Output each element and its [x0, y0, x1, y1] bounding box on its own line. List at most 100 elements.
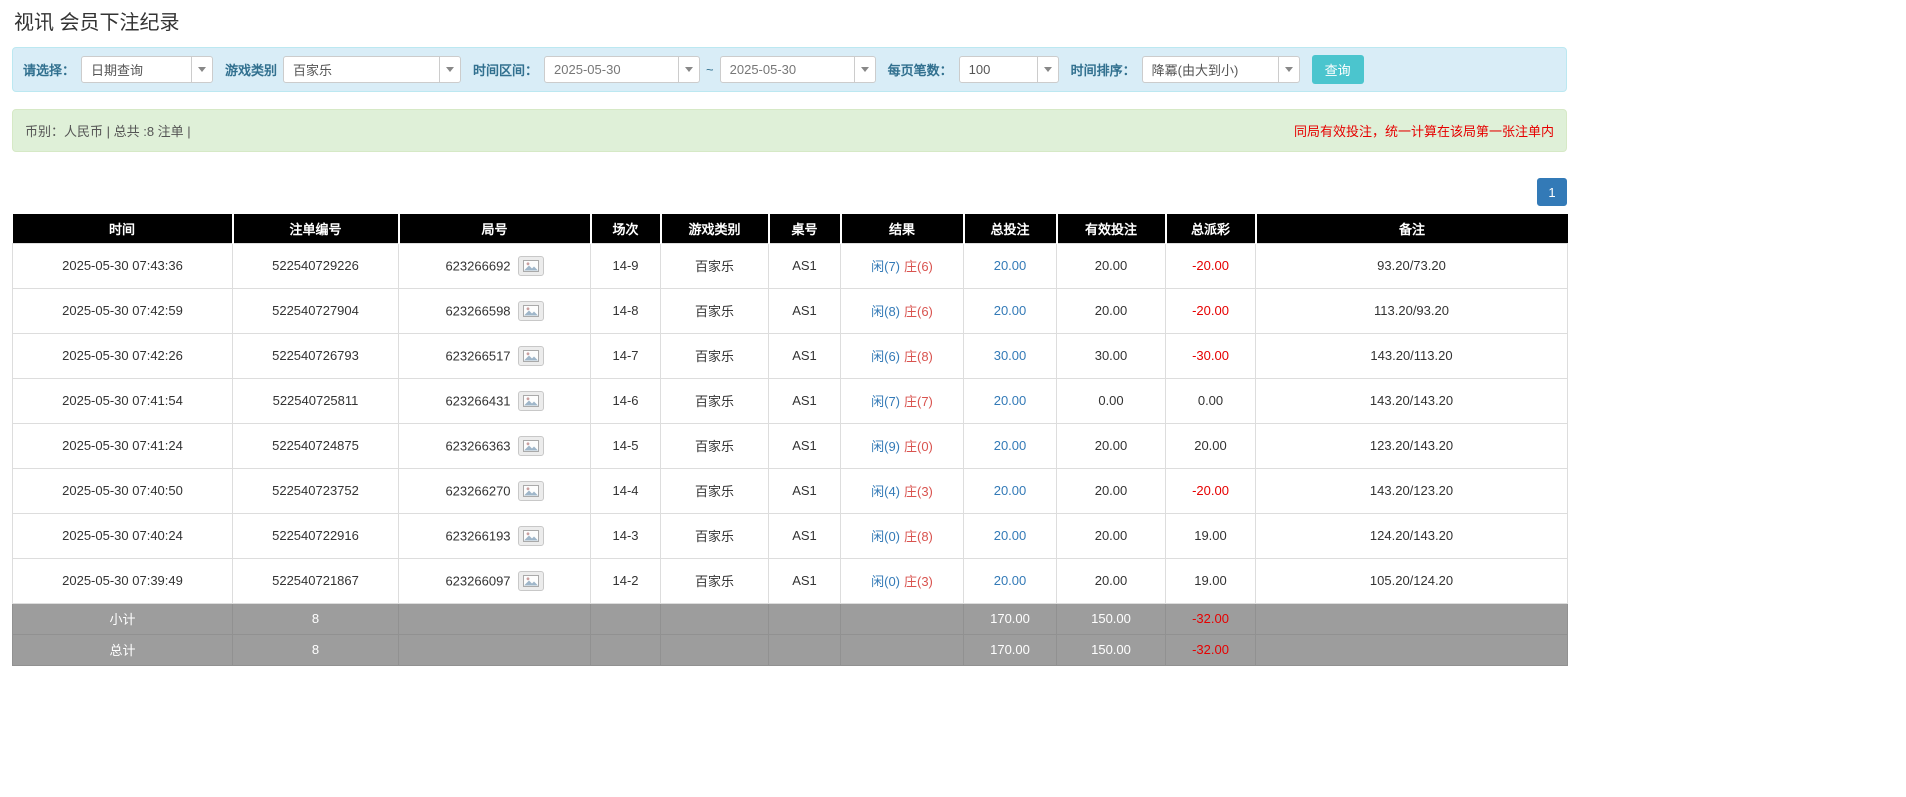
- result-player: 闲(6): [871, 349, 900, 364]
- query-type-dropdown[interactable]: 日期查询: [81, 56, 213, 83]
- cell-total-bet: 20.00: [964, 378, 1057, 423]
- chevron-down-icon[interactable]: [191, 57, 212, 82]
- total-row-cell: [841, 634, 964, 665]
- pagination: 1: [12, 178, 1567, 206]
- table-row: 2025-05-30 07:43:36522540729226623266692…: [13, 243, 1568, 288]
- cell-round-id: 623266270: [399, 468, 591, 513]
- game-category-dropdown[interactable]: 百家乐: [283, 56, 461, 83]
- chevron-down-icon[interactable]: [854, 57, 875, 82]
- total-row: 总计8170.00150.00-32.00: [13, 634, 1568, 665]
- cell-time: 2025-05-30 07:40:24: [13, 513, 233, 558]
- date-to-value: 2025-05-30: [721, 57, 854, 82]
- table-row: 2025-05-30 07:40:24522540722916623266193…: [13, 513, 1568, 558]
- chevron-down-icon[interactable]: [1278, 57, 1299, 82]
- cell-table-no: AS1: [769, 513, 841, 558]
- total-bet-link[interactable]: 20.00: [994, 483, 1027, 498]
- total-row-cell: 总计: [13, 634, 233, 665]
- cell-round-id: 623266431: [399, 378, 591, 423]
- total-bet-link[interactable]: 30.00: [994, 348, 1027, 363]
- cell-bet-id: 522540727904: [233, 288, 399, 333]
- cell-remark: 143.20/143.20: [1256, 378, 1568, 423]
- cell-table-no: AS1: [769, 423, 841, 468]
- subtotal-row-cell: [591, 603, 661, 634]
- total-bet-link[interactable]: 20.00: [994, 258, 1027, 273]
- result-image-icon[interactable]: [518, 391, 544, 411]
- result-image-icon[interactable]: [518, 301, 544, 321]
- cell-table-no: AS1: [769, 333, 841, 378]
- subtotal-row-cell: [1256, 603, 1568, 634]
- result-player: 闲(4): [871, 484, 900, 499]
- result-player: 闲(9): [871, 439, 900, 454]
- total-bet-link[interactable]: 20.00: [994, 438, 1027, 453]
- range-separator: ~: [706, 62, 714, 77]
- cell-game: 百家乐: [661, 558, 769, 603]
- total-row-cell: [591, 634, 661, 665]
- cell-time: 2025-05-30 07:40:50: [13, 468, 233, 513]
- result-banker: 庄(3): [904, 484, 933, 499]
- result-player: 闲(7): [871, 394, 900, 409]
- cell-payout: 19.00: [1166, 513, 1256, 558]
- time-sort-value: 降冪(由大到小): [1143, 57, 1278, 82]
- round-id-text: 623266431: [445, 393, 510, 408]
- cell-valid-bet: 20.00: [1057, 558, 1166, 603]
- per-page-value: 100: [960, 57, 1037, 82]
- subtotal-row: 小计8170.00150.00-32.00: [13, 603, 1568, 634]
- cell-payout: -20.00: [1166, 243, 1256, 288]
- result-banker: 庄(8): [904, 529, 933, 544]
- cell-bet-id: 522540721867: [233, 558, 399, 603]
- result-image-icon[interactable]: [518, 256, 544, 276]
- table-row: 2025-05-30 07:42:59522540727904623266598…: [13, 288, 1568, 333]
- cell-session: 14-2: [591, 558, 661, 603]
- total-bet-link[interactable]: 20.00: [994, 573, 1027, 588]
- column-header: 注单编号: [233, 214, 399, 243]
- cell-game: 百家乐: [661, 288, 769, 333]
- subtotal-row-cell: [399, 603, 591, 634]
- subtotal-row-cell: 8: [233, 603, 399, 634]
- cell-payout: -20.00: [1166, 288, 1256, 333]
- column-header: 场次: [591, 214, 661, 243]
- chevron-down-icon[interactable]: [439, 57, 460, 82]
- cell-round-id: 623266363: [399, 423, 591, 468]
- cell-remark: 124.20/143.20: [1256, 513, 1568, 558]
- subtotal-row-cell: [661, 603, 769, 634]
- cell-session: 14-8: [591, 288, 661, 333]
- total-row-cell: [661, 634, 769, 665]
- total-bet-link[interactable]: 20.00: [994, 303, 1027, 318]
- time-sort-dropdown[interactable]: 降冪(由大到小): [1142, 56, 1300, 83]
- cell-game: 百家乐: [661, 423, 769, 468]
- page-button-1[interactable]: 1: [1537, 178, 1567, 206]
- result-image-icon[interactable]: [518, 346, 544, 366]
- subtotal-row-cell: 170.00: [964, 603, 1057, 634]
- search-button[interactable]: 查询: [1312, 55, 1364, 84]
- column-header: 游戏类别: [661, 214, 769, 243]
- total-bet-link[interactable]: 20.00: [994, 393, 1027, 408]
- cell-bet-id: 522540723752: [233, 468, 399, 513]
- total-bet-link[interactable]: 20.00: [994, 528, 1027, 543]
- result-image-icon[interactable]: [518, 436, 544, 456]
- game-category-label: 游戏类别: [225, 60, 277, 79]
- cell-payout: 19.00: [1166, 558, 1256, 603]
- column-header: 总投注: [964, 214, 1057, 243]
- cell-time: 2025-05-30 07:41:24: [13, 423, 233, 468]
- result-banker: 庄(7): [904, 394, 933, 409]
- table-header: 时间注单编号局号场次游戏类别桌号结果总投注有效投注总派彩备注: [13, 214, 1568, 243]
- cell-remark: 105.20/124.20: [1256, 558, 1568, 603]
- cell-result: 闲(0)庄(8): [841, 513, 964, 558]
- result-banker: 庄(3): [904, 574, 933, 589]
- cell-valid-bet: 20.00: [1057, 468, 1166, 513]
- query-type-value: 日期查询: [82, 57, 191, 82]
- date-from-picker[interactable]: 2025-05-30: [544, 56, 700, 83]
- chevron-down-icon[interactable]: [678, 57, 699, 82]
- time-sort-label: 时间排序：: [1071, 60, 1136, 79]
- table-row: 2025-05-30 07:40:50522540723752623266270…: [13, 468, 1568, 513]
- cell-result: 闲(0)庄(3): [841, 558, 964, 603]
- subtotal-row-cell: 150.00: [1057, 603, 1166, 634]
- subtotal-row-cell: 小计: [13, 603, 233, 634]
- result-image-icon[interactable]: [518, 526, 544, 546]
- chevron-down-icon[interactable]: [1037, 57, 1058, 82]
- result-image-icon[interactable]: [518, 481, 544, 501]
- cell-total-bet: 20.00: [964, 468, 1057, 513]
- result-image-icon[interactable]: [518, 571, 544, 591]
- date-to-picker[interactable]: 2025-05-30: [720, 56, 876, 83]
- per-page-dropdown[interactable]: 100: [959, 56, 1059, 83]
